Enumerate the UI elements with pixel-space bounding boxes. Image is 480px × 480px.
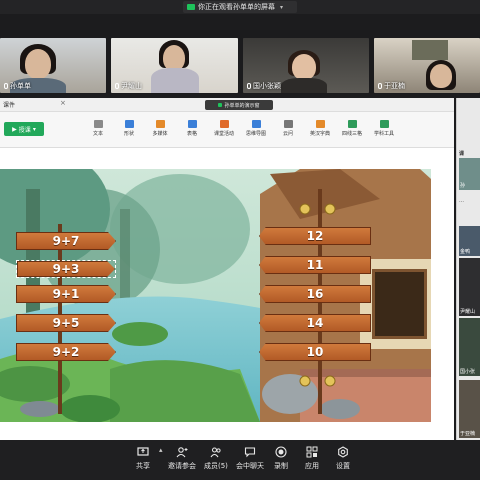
shared-screen: 课件 × 孙单单的演示窗 ▶ 授课 ▾ 文本 形状 多媒体 表格 课堂活动 思维… [0, 98, 454, 440]
ribbon-toolbar: ▶ 授课 ▾ 文本 形状 多媒体 表格 课堂活动 思维导图 云问 英汉字典 四线… [0, 112, 454, 148]
table-icon [187, 120, 197, 128]
participant-tile[interactable]: 于亚楠 [374, 38, 480, 93]
answer-sign[interactable]: 11 [259, 256, 371, 274]
share-status-pill[interactable]: 孙单单的演示窗 [205, 100, 273, 110]
chat-button[interactable]: 会中聊天 [236, 446, 264, 471]
chevron-down-icon: ▾ [280, 3, 284, 11]
apps-button[interactable]: 应用 [305, 446, 319, 471]
tool-subject-tools[interactable]: 学科工具 [368, 120, 400, 137]
equation-sign[interactable]: 9+7 [16, 232, 116, 250]
participant-name: 于亚楠 [378, 81, 405, 91]
activity-icon [219, 120, 229, 128]
side-panel-label: … [459, 198, 464, 204]
subject-tools-icon [379, 120, 389, 128]
cloud-icon [283, 120, 293, 128]
dictionary-icon [315, 120, 325, 128]
participant-name: 国小张颖 [247, 81, 281, 91]
start-teaching-button[interactable]: ▶ 授课 ▾ [4, 122, 44, 136]
participant-name: 孙单单 [4, 81, 31, 91]
record-button[interactable]: 录制 [274, 446, 288, 471]
tool-text[interactable]: 文本 [82, 120, 114, 137]
side-participant-tile[interactable]: 孙 [459, 158, 480, 190]
meeting-toolbar: 共享 ▴ 邀请参会 成员(5) 会中聊天 录制 应用 设置 [0, 440, 480, 480]
side-panel: 课 孙 … 金鸭 尹耀山 国小张 于亚楠 [456, 98, 480, 440]
settings-button[interactable]: 设置 [336, 446, 350, 471]
tool-class-activity[interactable]: 课堂活动 [208, 120, 240, 137]
tool-four-line-grid[interactable]: 四线三格 [336, 120, 368, 137]
screen-share-icon [218, 103, 223, 107]
chat-icon [244, 446, 256, 458]
side-participant-tile[interactable]: 金鸭 [459, 226, 480, 256]
share-status-text: 孙单单的演示窗 [224, 102, 260, 109]
participant-tile[interactable]: 国小张颖 [243, 38, 369, 93]
slide-canvas: 9+7 9+3 9+1 9+5 9+2 12 11 16 14 10 [0, 148, 454, 440]
tool-dictionary[interactable]: 英汉字典 [304, 120, 336, 137]
screen-share-icon [187, 4, 195, 10]
mind-map-icon [251, 120, 261, 128]
share-indicator[interactable]: 你正在观看孙单单的屏幕 ▾ [183, 1, 297, 13]
participant-tile[interactable]: 尹耀山 [111, 38, 238, 93]
tool-media[interactable]: 多媒体 [144, 120, 176, 137]
apps-icon [306, 446, 318, 458]
tool-table[interactable]: 表格 [176, 120, 208, 137]
grid-lines-icon [347, 120, 357, 128]
record-icon [275, 446, 287, 458]
share-banner: 你正在观看孙单单的屏幕 ▾ [0, 0, 480, 14]
share-button[interactable]: 共享 [136, 446, 150, 471]
tool-cloud-ask[interactable]: 云问 [272, 120, 304, 137]
tool-shape[interactable]: 形状 [113, 120, 145, 137]
microphone-icon [4, 83, 8, 89]
equation-sign[interactable]: 9+1 [16, 285, 116, 303]
document-titlebar: 课件 × 孙单单的演示窗 [0, 98, 454, 112]
members-button[interactable]: 成员(5) [204, 446, 228, 471]
tool-mind-map[interactable]: 思维导图 [240, 120, 272, 137]
answer-sign[interactable]: 16 [259, 285, 371, 303]
shape-icon [124, 120, 134, 128]
text-icon [93, 120, 103, 128]
side-participant-tile[interactable]: 国小张 [459, 318, 480, 376]
equation-sign[interactable]: 9+3 [16, 260, 116, 278]
participant-name: 尹耀山 [115, 81, 142, 91]
share-banner-text: 你正在观看孙单单的屏幕 [198, 3, 275, 11]
chevron-down-icon: ▾ [32, 125, 36, 133]
media-icon [155, 120, 165, 128]
chevron-up-icon[interactable]: ▴ [159, 446, 163, 454]
microphone-icon [378, 83, 382, 89]
equation-sign[interactable]: 9+5 [16, 314, 116, 332]
side-participant-tile[interactable]: 于亚楠 [459, 380, 480, 438]
members-icon [210, 446, 222, 458]
play-icon: ▶ [12, 125, 17, 133]
answer-sign[interactable]: 10 [259, 343, 371, 361]
document-title: 课件 [3, 102, 16, 109]
answer-sign[interactable]: 12 [259, 227, 371, 245]
slide: 9+7 9+3 9+1 9+5 9+2 12 11 16 14 10 [0, 169, 431, 422]
gear-icon [337, 446, 349, 458]
side-panel-header: 课 [459, 151, 465, 157]
screen-share-icon [137, 446, 149, 458]
microphone-icon [115, 83, 119, 89]
participant-strip: 孙单单 尹耀山 国小张颖 于亚楠 [0, 30, 480, 94]
participant-tile[interactable]: 孙单单 [0, 38, 106, 93]
meeting-window: 你正在观看孙单单的屏幕 ▾ 孙单单 尹耀山 国小张颖 于亚楠 课件 × 孙单单的… [0, 0, 480, 480]
side-participant-tile[interactable]: 尹耀山 [459, 258, 480, 316]
microphone-icon [247, 83, 251, 89]
invite-button[interactable]: 邀请参会 [168, 446, 196, 471]
equation-sign[interactable]: 9+2 [16, 343, 116, 361]
close-icon[interactable]: × [60, 99, 66, 107]
answer-sign[interactable]: 14 [259, 314, 371, 332]
add-user-icon [176, 446, 188, 458]
